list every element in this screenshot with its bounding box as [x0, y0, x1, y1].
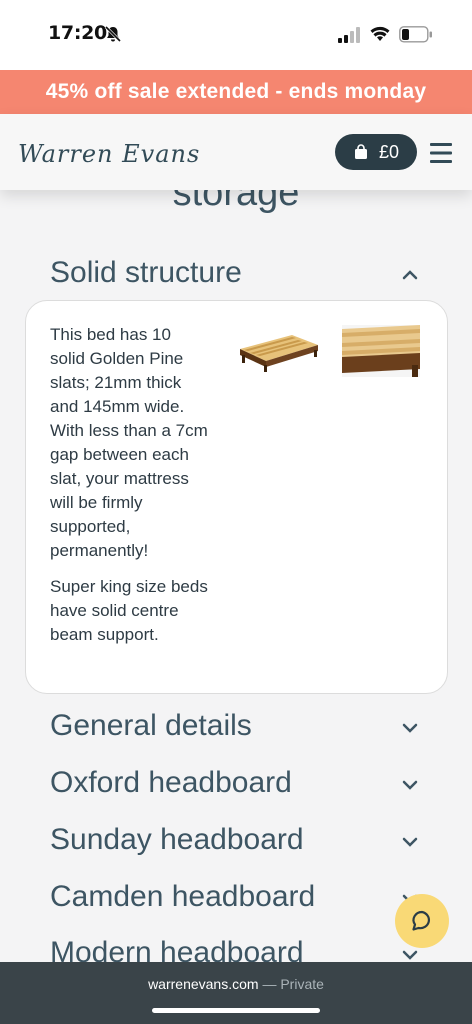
panel-paragraph: Super king size beds have solid centre b…: [50, 577, 208, 644]
bed-slats-closeup-image: [342, 325, 420, 377]
chevron-down-icon[interactable]: [402, 949, 418, 961]
accordion-title-general-details[interactable]: General details: [50, 709, 252, 743]
wifi-icon: [370, 26, 390, 41]
home-indicator[interactable]: [152, 1008, 320, 1013]
hamburger-menu-icon[interactable]: [430, 142, 452, 164]
cellular-signal-icon: [338, 27, 360, 43]
bed-frame-image: [240, 335, 318, 372]
private-mode-label: Private: [280, 976, 324, 992]
chat-bubble-icon: [412, 910, 431, 931]
chat-button[interactable]: [395, 894, 449, 948]
battery-icon: [399, 26, 432, 43]
cart-button[interactable]: £0: [335, 134, 417, 170]
browser-bottom-bar: warrenevans.com — Private: [0, 962, 472, 1024]
chevron-down-icon[interactable]: [402, 779, 418, 791]
site-header: Warren Evans £0: [0, 114, 472, 190]
url-separator: —: [258, 976, 281, 992]
status-bar: 17:20: [0, 0, 472, 70]
status-time: 17:20: [48, 22, 107, 44]
sale-banner[interactable]: 45% off sale extended - ends monday: [0, 70, 472, 114]
panel-text: This bed has 10 solid Golden Pine slats;…: [50, 323, 210, 659]
warren-evans-logo[interactable]: Warren Evans: [18, 140, 200, 168]
accordion-title-oxford-headboard[interactable]: Oxford headboard: [50, 766, 292, 800]
chevron-down-icon[interactable]: [402, 836, 418, 848]
chevron-down-icon[interactable]: [402, 722, 418, 734]
panel-paragraph: This bed has 10 solid Golden Pine slats;…: [50, 325, 208, 560]
chevron-up-icon[interactable]: [402, 268, 418, 280]
shopping-bag-icon: [354, 144, 367, 159]
accordion-title-camden-headboard[interactable]: Camden headboard: [50, 880, 315, 914]
accordion-title-sunday-headboard[interactable]: Sunday headboard: [50, 823, 304, 857]
address-bar[interactable]: warrenevans.com — Private: [0, 976, 472, 992]
accordion-title-solid-structure[interactable]: Solid structure: [50, 256, 242, 290]
url-domain: warrenevans.com: [148, 976, 259, 992]
bell-muted-icon: [104, 25, 122, 43]
solid-structure-panel: This bed has 10 solid Golden Pine slats;…: [25, 300, 448, 694]
cart-total: £0: [378, 141, 400, 162]
